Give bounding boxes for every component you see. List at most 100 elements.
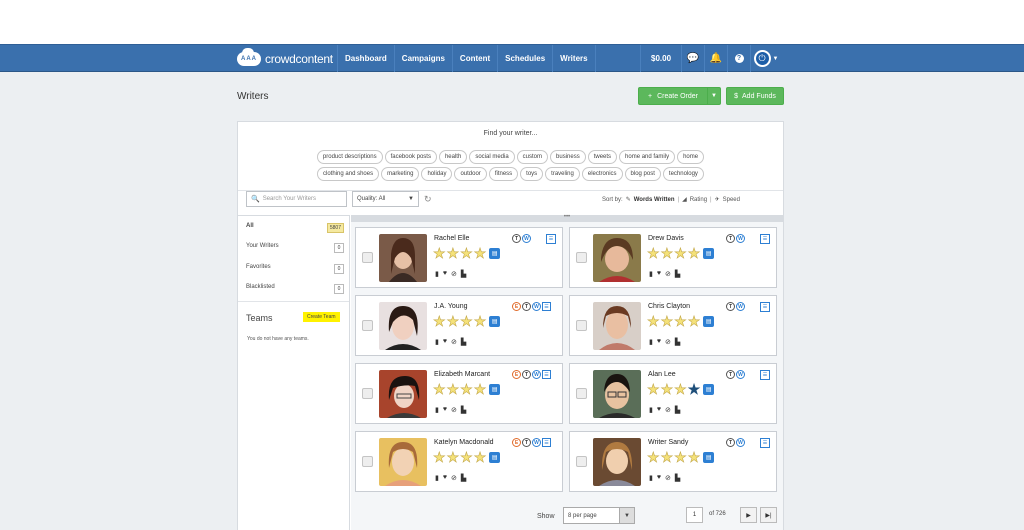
writer-name[interactable]: Alan Lee bbox=[648, 371, 676, 378]
writer-name[interactable]: J.A. Young bbox=[434, 303, 467, 310]
tag-outdoor[interactable]: outdoor bbox=[454, 167, 487, 181]
tag-technology[interactable]: technology bbox=[662, 167, 704, 181]
team-icon[interactable]: ▤ bbox=[703, 316, 715, 327]
writer-card[interactable]: Chris Clayton T W ☰ ★ ★ ★ ★ ▤ ▮ ♥ ⊘ ▙ bbox=[569, 295, 777, 356]
writer-card[interactable]: J.A. Young E T W ☰ ★ ★ ★ ★ ▤ ▮ ♥ ⊘ ▙ bbox=[355, 295, 563, 356]
profile-card-icon[interactable]: ☰ bbox=[760, 302, 770, 312]
resize-handle[interactable]: ••• bbox=[351, 214, 783, 222]
sort-rating[interactable]: Rating bbox=[690, 197, 707, 203]
tag-home[interactable]: home bbox=[677, 150, 705, 164]
tag-home-and-family[interactable]: home and family bbox=[619, 150, 676, 164]
tag-traveling[interactable]: traveling bbox=[545, 167, 580, 181]
tag-holiday[interactable]: holiday bbox=[421, 167, 453, 181]
profile-card-icon[interactable]: ☰ bbox=[760, 438, 770, 448]
writer-name[interactable]: Writer Sandy bbox=[648, 439, 688, 446]
team-icon[interactable]: ▤ bbox=[703, 452, 715, 463]
select-checkbox[interactable] bbox=[576, 320, 587, 331]
block-icon[interactable]: ⊘ bbox=[451, 474, 457, 482]
tag-tweets[interactable]: tweets bbox=[587, 150, 618, 164]
next-page-button[interactable]: ▶ bbox=[740, 507, 757, 523]
select-checkbox[interactable] bbox=[576, 456, 587, 467]
writer-photo[interactable] bbox=[379, 234, 427, 282]
block-icon[interactable]: ⊘ bbox=[665, 406, 671, 414]
nav-campaigns[interactable]: Campaigns bbox=[393, 45, 452, 72]
order-icon[interactable]: ▮ bbox=[649, 406, 653, 414]
order-icon[interactable]: ▮ bbox=[435, 474, 439, 482]
favorite-heart-icon[interactable]: ♥ bbox=[443, 338, 447, 346]
tag-business[interactable]: business bbox=[550, 150, 586, 164]
block-icon[interactable]: ⊘ bbox=[451, 338, 457, 346]
bell-icon[interactable]: 🔔 bbox=[705, 45, 729, 72]
tag-toys[interactable]: toys bbox=[520, 167, 544, 181]
writer-photo[interactable] bbox=[593, 302, 641, 350]
samples-icon[interactable]: ▙ bbox=[675, 270, 680, 278]
tag-facebook-posts[interactable]: facebook posts bbox=[384, 150, 437, 164]
writer-name[interactable]: Katelyn Macdonald bbox=[434, 439, 494, 446]
select-checkbox[interactable] bbox=[576, 388, 587, 399]
team-icon[interactable]: ▤ bbox=[489, 316, 501, 327]
samples-icon[interactable]: ▙ bbox=[675, 406, 680, 414]
favorite-heart-icon[interactable]: ♥ bbox=[443, 270, 447, 278]
block-icon[interactable]: ⊘ bbox=[665, 270, 671, 278]
favorite-heart-icon[interactable]: ♥ bbox=[657, 406, 661, 414]
tag-custom[interactable]: custom bbox=[516, 150, 549, 164]
profile-card-icon[interactable]: ☰ bbox=[546, 234, 556, 244]
writer-card[interactable]: Drew Davis T W ☰ ★ ★ ★ ★ ▤ ▮ ♥ ⊘ ▙ bbox=[569, 227, 777, 288]
favorite-heart-icon[interactable]: ♥ bbox=[443, 406, 447, 414]
refresh-icon[interactable]: ↻ bbox=[424, 194, 432, 205]
favorite-heart-icon[interactable]: ♥ bbox=[657, 474, 661, 482]
tag-product-descriptions[interactable]: product descriptions bbox=[316, 150, 383, 164]
writer-card[interactable]: Alan Lee T W ☰ ★ ★ ★ ★ ▤ ▮ ♥ ⊘ ▙ bbox=[569, 363, 777, 424]
tag-clothing-and-shoes[interactable]: clothing and shoes bbox=[317, 167, 380, 181]
tag-social-media[interactable]: social media bbox=[469, 150, 515, 164]
user-menu[interactable]: ⏻ ▼ bbox=[751, 45, 781, 72]
create-team-link[interactable]: Create Team bbox=[303, 312, 340, 322]
favorite-heart-icon[interactable]: ♥ bbox=[657, 270, 661, 278]
profile-card-icon[interactable]: ☰ bbox=[542, 438, 551, 447]
create-order-button[interactable]: + Create Order ▼ bbox=[638, 87, 721, 105]
select-checkbox[interactable] bbox=[362, 252, 373, 263]
sidebar-item-blacklisted[interactable]: Blacklisted 0 bbox=[246, 284, 344, 296]
order-icon[interactable]: ▮ bbox=[435, 406, 439, 414]
select-checkbox[interactable] bbox=[362, 320, 373, 331]
block-icon[interactable]: ⊘ bbox=[451, 270, 457, 278]
block-icon[interactable]: ⊘ bbox=[451, 406, 457, 414]
tag-marketing[interactable]: marketing bbox=[381, 167, 420, 181]
tag-blog-post[interactable]: blog post bbox=[624, 167, 661, 181]
writer-photo[interactable] bbox=[379, 438, 427, 486]
order-icon[interactable]: ▮ bbox=[649, 474, 653, 482]
nav-content[interactable]: Content bbox=[451, 45, 497, 72]
writer-photo[interactable] bbox=[593, 234, 641, 282]
sort-words-written[interactable]: Words Written bbox=[634, 197, 675, 203]
samples-icon[interactable]: ▙ bbox=[675, 338, 680, 346]
writer-card[interactable]: Writer Sandy T W ☰ ★ ★ ★ ★ ▤ ▮ ♥ ⊘ ▙ bbox=[569, 431, 777, 492]
crowdcontent-logo[interactable]: AAA crowdcontent bbox=[237, 48, 333, 67]
order-icon[interactable]: ▮ bbox=[649, 338, 653, 346]
team-icon[interactable]: ▤ bbox=[489, 452, 501, 463]
writer-name[interactable]: Chris Clayton bbox=[648, 303, 690, 310]
sidebar-item-all[interactable]: All 5807 bbox=[246, 223, 344, 235]
order-icon[interactable]: ▮ bbox=[649, 270, 653, 278]
samples-icon[interactable]: ▙ bbox=[461, 270, 466, 278]
profile-card-icon[interactable]: ☰ bbox=[760, 370, 770, 380]
writer-photo[interactable] bbox=[593, 370, 641, 418]
favorite-heart-icon[interactable]: ♥ bbox=[657, 338, 661, 346]
team-icon[interactable]: ▤ bbox=[489, 384, 501, 395]
per-page-select[interactable]: 8 per page ▼ bbox=[563, 507, 635, 524]
order-icon[interactable]: ▮ bbox=[435, 338, 439, 346]
select-checkbox[interactable] bbox=[362, 388, 373, 399]
create-order-dropdown[interactable]: ▼ bbox=[708, 88, 720, 104]
samples-icon[interactable]: ▙ bbox=[461, 474, 466, 482]
samples-icon[interactable]: ▙ bbox=[461, 406, 466, 414]
profile-card-icon[interactable]: ☰ bbox=[542, 302, 551, 311]
tag-health[interactable]: health bbox=[438, 150, 468, 164]
sidebar-item-favorites[interactable]: Favorites 0 bbox=[246, 264, 344, 276]
writer-card[interactable]: Katelyn Macdonald E T W ☰ ★ ★ ★ ★ ▤ ▮ ♥ ⊘ ▙ bbox=[355, 431, 563, 492]
add-funds-button[interactable]: $ Add Funds bbox=[726, 87, 784, 105]
writer-name[interactable]: Drew Davis bbox=[648, 235, 684, 242]
chat-icon[interactable]: 💬 bbox=[682, 45, 706, 72]
writer-name[interactable]: Rachel Elle bbox=[434, 235, 469, 242]
nav-writers[interactable]: Writers bbox=[552, 45, 596, 72]
team-icon[interactable]: ▤ bbox=[489, 248, 501, 259]
writer-photo[interactable] bbox=[379, 302, 427, 350]
